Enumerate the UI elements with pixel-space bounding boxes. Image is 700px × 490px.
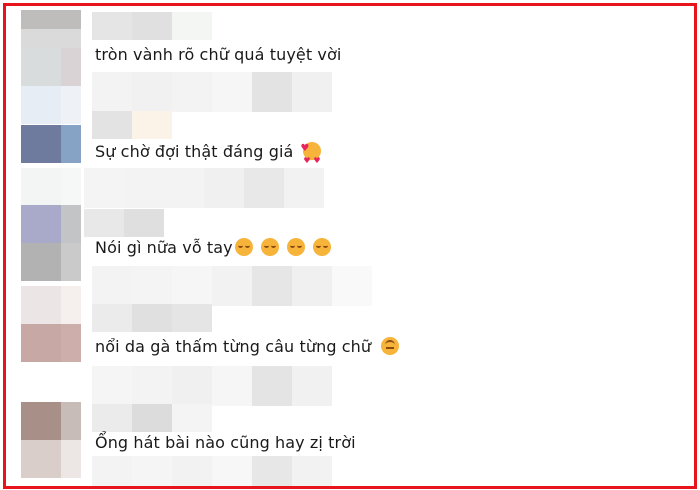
- comment-thread-frame: tròn vành rõ chữ quá tuyệt vời Sự chờ đợ…: [3, 3, 697, 489]
- username-blurred[interactable]: [92, 12, 212, 40]
- relieved-face-icon: [234, 238, 253, 256]
- smiling-face-with-hearts-icon: [300, 138, 322, 172]
- comment-actions-blurred[interactable]: [84, 168, 324, 208]
- avatar[interactable]: [21, 205, 81, 281]
- comment-actions-blurred[interactable]: [92, 266, 372, 306]
- avatar[interactable]: [21, 125, 81, 163]
- avatar[interactable]: [21, 402, 81, 478]
- comment-actions-blurred[interactable]: [92, 456, 332, 486]
- avatar[interactable]: [21, 86, 81, 124]
- upside-down-face-icon: [381, 337, 400, 355]
- avatar[interactable]: [21, 286, 81, 324]
- comment-text: nổi da gà thấm từng câu từng chữ: [95, 336, 400, 358]
- comment-text: Nói gì nữa vỗ tay: [95, 237, 331, 259]
- relieved-face-icon: [312, 238, 331, 256]
- avatar[interactable]: [21, 168, 81, 206]
- comment-actions-blurred[interactable]: [92, 366, 332, 406]
- comment-text: Sự chờ đợi thật đáng giá: [95, 138, 322, 172]
- username-blurred[interactable]: [84, 209, 164, 237]
- username-blurred[interactable]: [92, 111, 172, 139]
- comment-text: Ổng hát bài nào cũng hay zị trời: [95, 433, 356, 452]
- username-blurred[interactable]: [92, 404, 212, 432]
- relieved-face-icon: [260, 238, 279, 256]
- avatar[interactable]: [21, 324, 81, 362]
- comment-text: tròn vành rõ chữ quá tuyệt vời: [95, 45, 342, 64]
- comment-actions-blurred[interactable]: [92, 72, 332, 112]
- relieved-face-icon: [286, 238, 305, 256]
- username-blurred[interactable]: [92, 304, 212, 332]
- avatar[interactable]: [21, 10, 81, 86]
